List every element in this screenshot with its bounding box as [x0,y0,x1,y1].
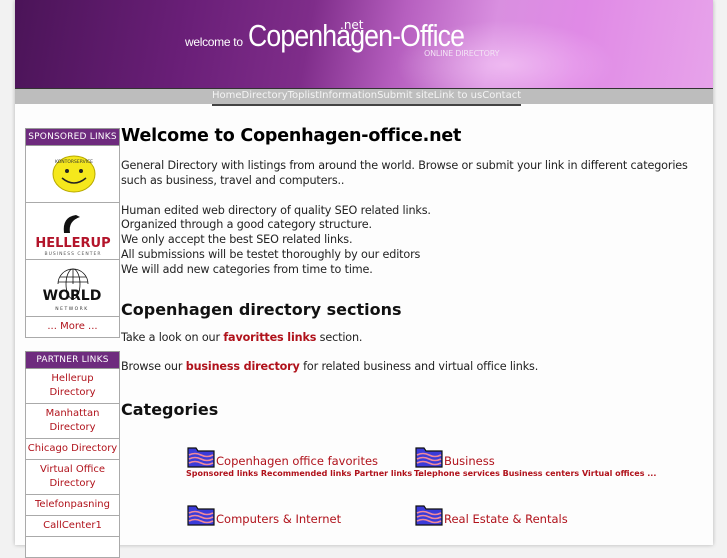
sections-heading: Copenhagen directory sections [121,299,402,319]
world-network-globe-logo: WORLD NETWORK [43,268,102,312]
partner-link-telefonpasning[interactable]: Telefonpasning [25,495,120,516]
categories-heading: Categories [121,400,219,420]
nav-link-to-us[interactable]: Link to us [434,89,482,104]
svg-text:HELLERUP: HELLERUP [35,236,110,251]
nav-bar: Home Directory Toplist Information Submi… [15,89,713,106]
nav-contact[interactable]: Contact [482,89,521,104]
category-business[interactable]: Business Telephone services Business cen… [414,445,656,478]
svg-text:KONTORSERVICE: KONTORSERVICE [55,159,93,165]
partner-link-more[interactable] [25,537,120,558]
banner-subtitle: ONLINE DIRECTORY [424,49,500,58]
kontorservice-smiley-icon: KONTORSERVICE [52,155,96,193]
partner-link-virtual-office-directory[interactable]: Virtual Office Directory [25,460,120,495]
partner-links-heading: PARTNER LINKS [25,351,120,369]
hellerup-business-center-logo: HELLERUP BUSINESS CENTER [35,215,111,257]
partner-link-hellerup-directory[interactable]: Hellerup Directory [25,369,120,404]
svg-text:NETWORK: NETWORK [55,306,89,312]
more-sponsors-link[interactable]: ... More ... [25,317,120,338]
nav-submit-site[interactable]: Submit site [377,89,434,104]
partner-link-chicago-directory[interactable]: Chicago Directory [25,439,120,460]
category-subcategories[interactable]: Telephone services Business centers Virt… [414,469,656,478]
page-container: welcome to Copenhagen-Office .net ONLINE… [15,0,713,558]
banner-tld: .net [340,18,364,32]
intro-line: Human edited web directory of quality SE… [121,203,431,217]
nav-directory[interactable]: Directory [242,89,288,104]
sponsor-hellerup[interactable]: HELLERUP BUSINESS CENTER [25,203,120,260]
favorites-link[interactable]: favorittes links [223,331,316,344]
svg-text:BUSINESS CENTER: BUSINESS CENTER [45,251,102,257]
intro-line: We will add new categories from time to … [121,262,373,276]
page-title: Welcome to Copenhagen-office.net [121,126,462,146]
partner-link-callcenter1[interactable]: CallCenter1 [25,516,120,537]
intro-line: Organized through a good category struct… [121,218,372,232]
main-content: Welcome to Copenhagen-office.net General… [121,126,711,539]
sponsored-links-heading: SPONSORED LINKS [25,128,120,146]
intro-text: General Directory with listings from aro… [121,159,688,187]
nav-toplist[interactable]: Toplist [288,89,320,104]
business-directory-link[interactable]: business directory [186,360,300,373]
intro-line: All submissions will be testet thoroughl… [121,247,421,261]
folder-icon [415,505,443,526]
intro-line: We only accept the best SEO related link… [121,233,353,247]
partner-link-manhattan-directory[interactable]: Manhattan Directory [25,404,120,439]
folder-icon [415,447,443,468]
sponsor-world-network[interactable]: WORLD NETWORK [25,260,120,317]
header-banner: welcome to Copenhagen-Office .net ONLINE… [15,0,713,89]
categories-grid: Copenhagen office favorites Sponsored li… [121,419,711,539]
nav-information[interactable]: Information [319,89,377,104]
business-line: Browse our business directory for relate… [121,360,539,374]
nav-home[interactable]: Home [212,89,242,104]
folder-icon [187,447,215,468]
category-real-estate-rentals[interactable]: Real Estate & Rentals [414,503,568,527]
banner-welcome: welcome to [185,35,243,49]
svg-text:WORLD: WORLD [43,288,102,304]
category-copenhagen-favorites[interactable]: Copenhagen office favorites Sponsored li… [186,445,424,478]
sidebar: SPONSORED LINKS KONTORSERVICE HELLERUP B… [25,128,120,558]
category-computers-internet[interactable]: Computers & Internet [186,503,341,527]
favorites-line: Take a look on our favorittes links sect… [121,330,363,344]
category-subcategories[interactable]: Sponsored links Recommended links Partne… [186,469,424,478]
folder-icon [187,505,215,526]
sponsor-kontorservice[interactable]: KONTORSERVICE [25,146,120,203]
